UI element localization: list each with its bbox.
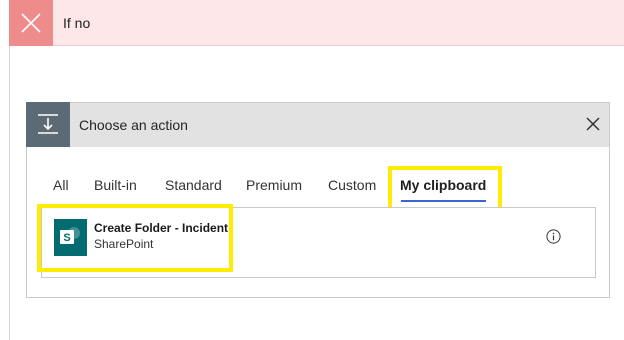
action-icon-container	[26, 102, 70, 147]
tab-custom[interactable]: Custom	[328, 177, 376, 193]
tab-premium[interactable]: Premium	[246, 177, 302, 193]
tab-standard[interactable]: Standard	[165, 177, 222, 193]
action-panel-title: Choose an action	[79, 117, 188, 133]
info-button[interactable]	[546, 229, 561, 244]
insert-step-icon	[38, 114, 58, 134]
tab-built-in[interactable]: Built-in	[94, 177, 137, 193]
close-button[interactable]	[583, 114, 603, 134]
item-highlight-box	[37, 204, 233, 272]
tab-all[interactable]: All	[53, 177, 69, 193]
if-no-header[interactable]	[9, 0, 624, 46]
if-no-icon-container	[9, 0, 53, 46]
if-no-label: If no	[63, 15, 91, 31]
info-icon	[546, 229, 561, 244]
close-x-icon	[21, 13, 41, 33]
clipboard-tab-highlight-box	[388, 166, 502, 213]
close-icon	[586, 117, 600, 131]
